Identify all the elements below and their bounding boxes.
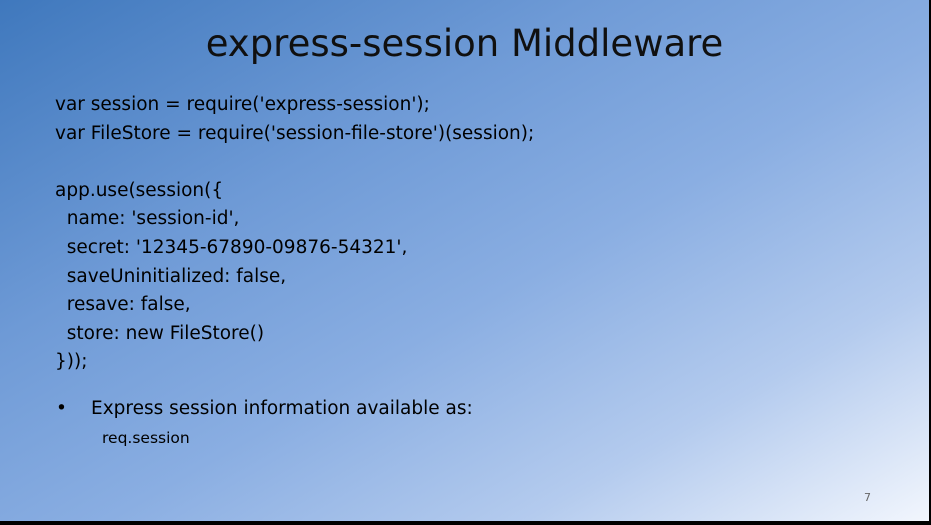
code-line: app.use(session({ xyxy=(55,179,224,201)
code-block: var session = require('express-session')… xyxy=(55,91,534,377)
slide: express-session Middleware var session =… xyxy=(0,0,929,521)
slide-title: express-session Middleware xyxy=(205,22,724,65)
code-line: store: new FileStore() xyxy=(55,322,265,344)
page-number: 7 xyxy=(864,491,871,504)
bullet-sub-text: req.session xyxy=(102,429,190,447)
bullet-icon: • xyxy=(56,398,67,419)
code-line: })); xyxy=(55,351,88,373)
code-line: var session = require('express-session')… xyxy=(55,94,430,115)
code-line: secret: '12345-67890-09876-54321', xyxy=(55,236,408,258)
code-line: saveUninitialized: false, xyxy=(55,265,287,287)
code-line: name: 'session-id', xyxy=(55,208,240,230)
code-line: resave: false, xyxy=(55,294,191,316)
bullet-text: Express session information available as… xyxy=(91,398,473,419)
code-line: var FileStore = require('session-file-st… xyxy=(55,122,535,144)
